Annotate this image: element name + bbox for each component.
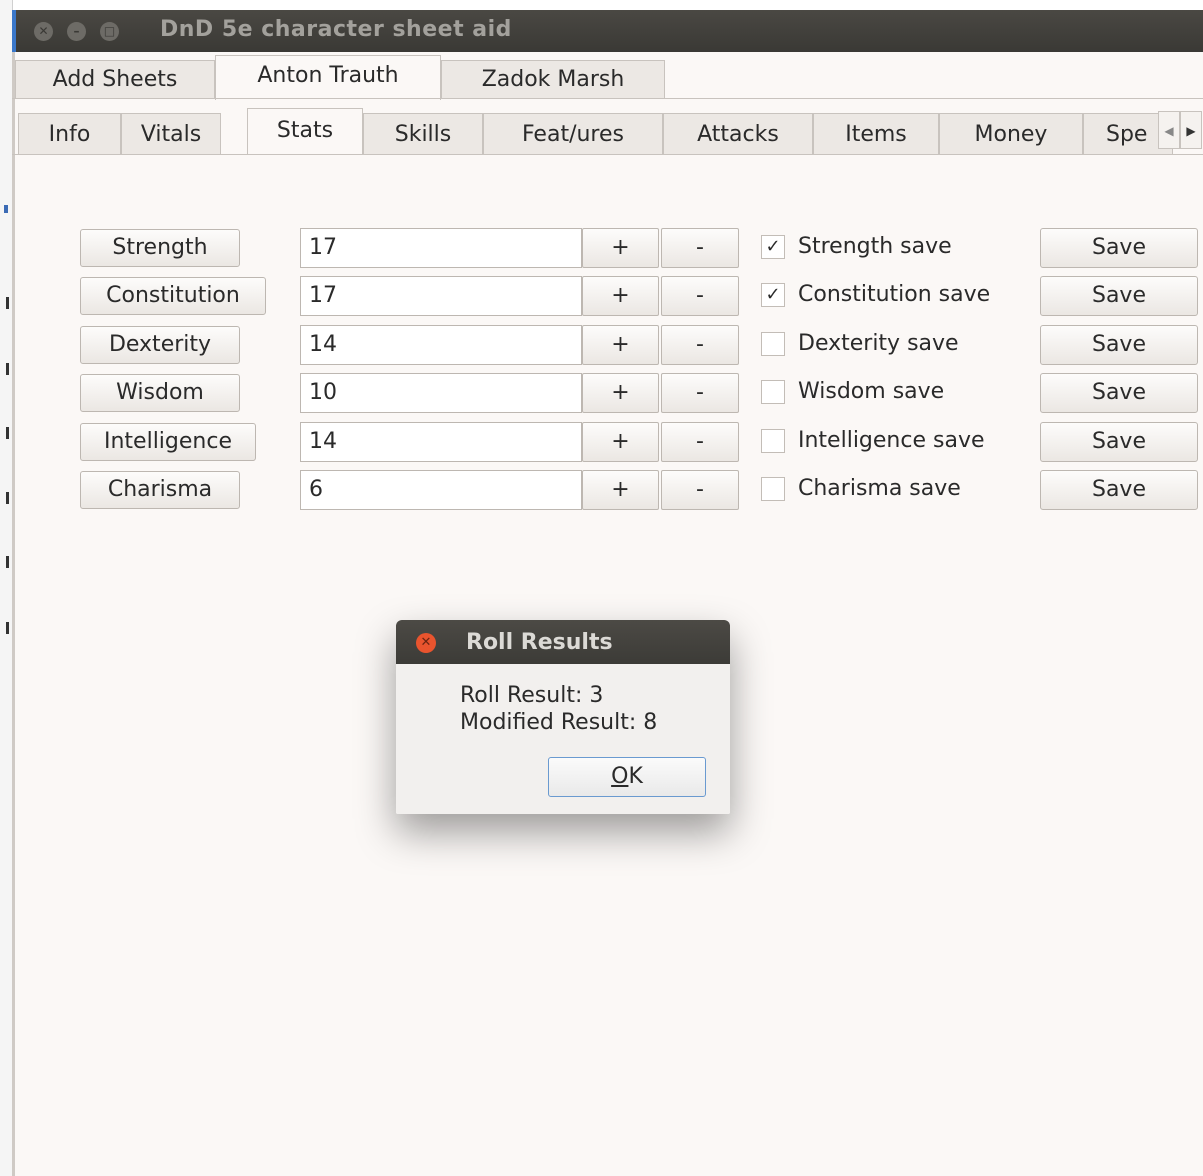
background-accent — [4, 205, 8, 213]
section-tabs: Info Vitals Stats Skills Feat/ures Attac… — [12, 99, 1203, 155]
tab-vitals[interactable]: Vitals — [121, 113, 221, 154]
tab-divider — [12, 154, 1203, 155]
tab-scroll-right-icon[interactable]: ▶ — [1180, 111, 1202, 149]
background-mark — [6, 492, 9, 504]
increment-button-intelligence[interactable]: + — [582, 422, 659, 462]
stat-value-field-wisdom[interactable]: 10 — [300, 373, 582, 413]
save-roll-button-intelligence[interactable]: Save — [1040, 422, 1198, 462]
roll-result-text: Roll Result: 3 — [460, 683, 604, 708]
increment-button-charisma[interactable]: + — [582, 470, 659, 510]
stat-roll-button-constitution[interactable]: Constitution — [80, 277, 266, 315]
close-icon[interactable]: ✕ — [416, 633, 436, 653]
title-accent — [12, 10, 16, 52]
ok-mnemonic: O — [611, 764, 629, 789]
increment-button-strength[interactable]: + — [582, 228, 659, 268]
save-roll-button-constitution[interactable]: Save — [1040, 276, 1198, 316]
save-label-dexterity: Dexterity save — [798, 331, 959, 356]
stat-value-field-intelligence[interactable]: 14 — [300, 422, 582, 462]
sheet-tabs: Add Sheets Anton Trauth Zadok Marsh — [12, 52, 1203, 100]
save-proficiency-checkbox-intelligence[interactable] — [761, 429, 785, 453]
maximize-icon[interactable]: □ — [100, 22, 119, 41]
background-mark — [6, 556, 9, 568]
stat-value-field-constitution[interactable]: 17 — [300, 276, 582, 316]
background-mark — [6, 363, 9, 375]
save-proficiency-checkbox-constitution[interactable]: ✓ — [761, 283, 785, 307]
save-proficiency-checkbox-wisdom[interactable] — [761, 380, 785, 404]
stat-roll-button-charisma[interactable]: Charisma — [80, 471, 240, 509]
stat-value-field-strength[interactable]: 17 — [300, 228, 582, 268]
title-bar: ✕ – □ DnD 5e character sheet aid — [12, 10, 1203, 52]
save-label-charisma: Charisma save — [798, 476, 961, 501]
save-roll-button-charisma[interactable]: Save — [1040, 470, 1198, 510]
tab-features[interactable]: Feat/ures — [483, 113, 663, 154]
tab-zadok-marsh[interactable]: Zadok Marsh — [441, 60, 665, 98]
increment-button-dexterity[interactable]: + — [582, 325, 659, 365]
tab-scroll-left-icon[interactable]: ◀ — [1158, 111, 1180, 149]
tab-skills[interactable]: Skills — [363, 113, 483, 154]
stat-roll-button-dexterity[interactable]: Dexterity — [80, 326, 240, 364]
background-mark — [6, 622, 9, 634]
decrement-button-charisma[interactable]: - — [661, 470, 739, 510]
tab-stats[interactable]: Stats — [247, 108, 363, 155]
save-roll-button-strength[interactable]: Save — [1040, 228, 1198, 268]
increment-button-constitution[interactable]: + — [582, 276, 659, 316]
window-edge — [12, 10, 15, 1176]
tab-anton-trauth[interactable]: Anton Trauth — [215, 55, 441, 100]
tab-add-sheets[interactable]: Add Sheets — [15, 60, 215, 98]
decrement-button-intelligence[interactable]: - — [661, 422, 739, 462]
save-label-constitution: Constitution save — [798, 282, 991, 307]
save-label-wisdom: Wisdom save — [798, 379, 945, 404]
dialog-title-bar: ✕ Roll Results — [396, 620, 730, 664]
modified-result-text: Modified Result: 8 — [460, 710, 658, 735]
stat-value-field-dexterity[interactable]: 14 — [300, 325, 582, 365]
tab-money[interactable]: Money — [939, 113, 1083, 154]
increment-button-wisdom[interactable]: + — [582, 373, 659, 413]
stat-roll-button-strength[interactable]: Strength — [80, 229, 240, 267]
stat-roll-button-intelligence[interactable]: Intelligence — [80, 423, 256, 461]
window-title: DnD 5e character sheet aid — [160, 17, 512, 42]
roll-results-dialog: ✕ Roll Results Roll Result: 3 Modified R… — [396, 620, 730, 814]
minimize-icon[interactable]: – — [67, 22, 86, 41]
save-label-strength: Strength save — [798, 234, 952, 259]
decrement-button-wisdom[interactable]: - — [661, 373, 739, 413]
decrement-button-dexterity[interactable]: - — [661, 325, 739, 365]
tab-items[interactable]: Items — [813, 113, 939, 154]
background-mark — [6, 297, 9, 309]
save-proficiency-checkbox-strength[interactable]: ✓ — [761, 235, 785, 259]
decrement-button-strength[interactable]: - — [661, 228, 739, 268]
dialog-title: Roll Results — [466, 630, 613, 655]
ok-label-rest: K — [628, 764, 643, 789]
tab-attacks[interactable]: Attacks — [663, 113, 813, 154]
stat-value-field-charisma[interactable]: 6 — [300, 470, 582, 510]
background-mark — [6, 427, 9, 439]
save-roll-button-wisdom[interactable]: Save — [1040, 373, 1198, 413]
main-window: ✕ – □ DnD 5e character sheet aid Add She… — [12, 10, 1203, 1176]
stat-roll-button-wisdom[interactable]: Wisdom — [80, 374, 240, 412]
save-proficiency-checkbox-dexterity[interactable] — [761, 332, 785, 356]
save-label-intelligence: Intelligence save — [798, 428, 985, 453]
save-proficiency-checkbox-charisma[interactable] — [761, 477, 785, 501]
tab-info[interactable]: Info — [18, 113, 121, 154]
ok-button[interactable]: OK — [548, 757, 706, 797]
close-icon[interactable]: ✕ — [34, 22, 53, 41]
decrement-button-constitution[interactable]: - — [661, 276, 739, 316]
save-roll-button-dexterity[interactable]: Save — [1040, 325, 1198, 365]
